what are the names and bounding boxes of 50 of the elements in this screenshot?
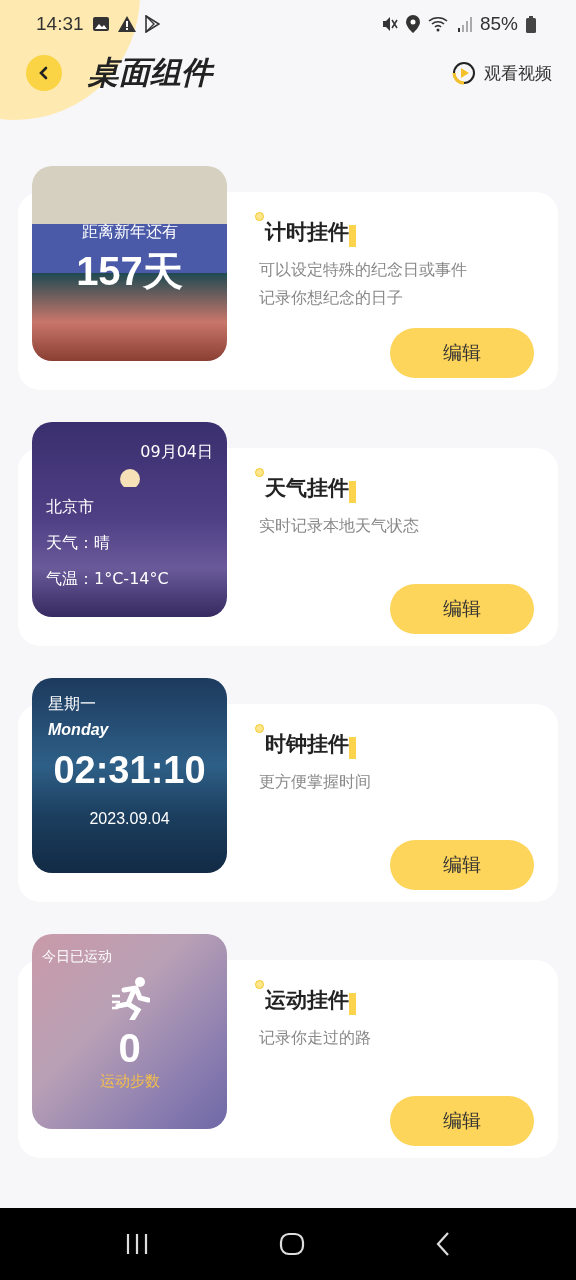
edit-button[interactable]: 编辑 <box>390 328 534 378</box>
widget-description: 可以设定特殊的纪念日或事件 <box>259 259 468 281</box>
runner-icon <box>109 976 150 1020</box>
edit-button[interactable]: 编辑 <box>390 584 534 634</box>
title-highlight <box>349 225 356 247</box>
clock-time: 02:31:10 <box>53 749 206 792</box>
location-icon <box>405 15 420 33</box>
signal-icon <box>457 16 472 32</box>
steps-value: 0 <box>118 1025 141 1072</box>
steps-label: 今日已运动 <box>42 948 112 966</box>
title-highlight <box>349 481 356 503</box>
home-icon[interactable] <box>279 1232 305 1256</box>
widget-description: 实时记录本地天气状态 <box>259 515 420 537</box>
clock-weekday-english: Monday <box>48 721 110 739</box>
widget-description: 更方便掌握时间 <box>259 771 372 793</box>
widget-title: 运动挂件 <box>265 987 349 1014</box>
dot-icon <box>255 212 264 221</box>
mute-icon <box>381 16 398 32</box>
clock-weekday: 星期一 <box>48 694 97 715</box>
weather-condition: 天气：晴 <box>46 533 111 554</box>
battery-percent: 85% <box>479 13 518 35</box>
play-icon[interactable] <box>452 61 476 85</box>
weather-date: 09月04日 <box>140 442 213 463</box>
widget-title: 时钟挂件 <box>265 731 349 758</box>
wifi-icon <box>427 16 450 32</box>
widget-description: 记录你想纪念的日子 <box>259 287 404 309</box>
weather-temperature: 气温：1°C-14°C <box>46 569 170 590</box>
title-highlight <box>349 993 356 1015</box>
status-time: 14:31 <box>36 13 84 35</box>
chevron-left-icon <box>38 66 50 80</box>
dot-icon <box>255 980 264 989</box>
weather-city: 北京市 <box>46 497 95 518</box>
edit-button[interactable]: 编辑 <box>390 840 534 890</box>
dot-icon <box>255 724 264 733</box>
widget-title: 计时挂件 <box>265 219 349 246</box>
countdown-value: 157天 <box>76 248 183 295</box>
warning-icon <box>117 16 136 32</box>
watch-video-link[interactable]: 观看视频 <box>484 61 552 85</box>
clock-date: 2023.09.04 <box>89 810 170 828</box>
edit-button[interactable]: 编辑 <box>390 1096 534 1146</box>
title-highlight <box>349 737 356 759</box>
play-store-icon <box>143 15 160 33</box>
widget-description: 记录你走过的路 <box>259 1027 372 1049</box>
battery-icon <box>526 15 536 33</box>
widget-title: 天气挂件 <box>265 475 349 502</box>
steps-caption: 运动步数 <box>99 1072 160 1091</box>
back-icon[interactable] <box>435 1231 451 1257</box>
dot-icon <box>255 468 264 477</box>
recent-apps-icon[interactable] <box>125 1233 149 1255</box>
countdown-label: 距离新年还有 <box>81 222 178 243</box>
